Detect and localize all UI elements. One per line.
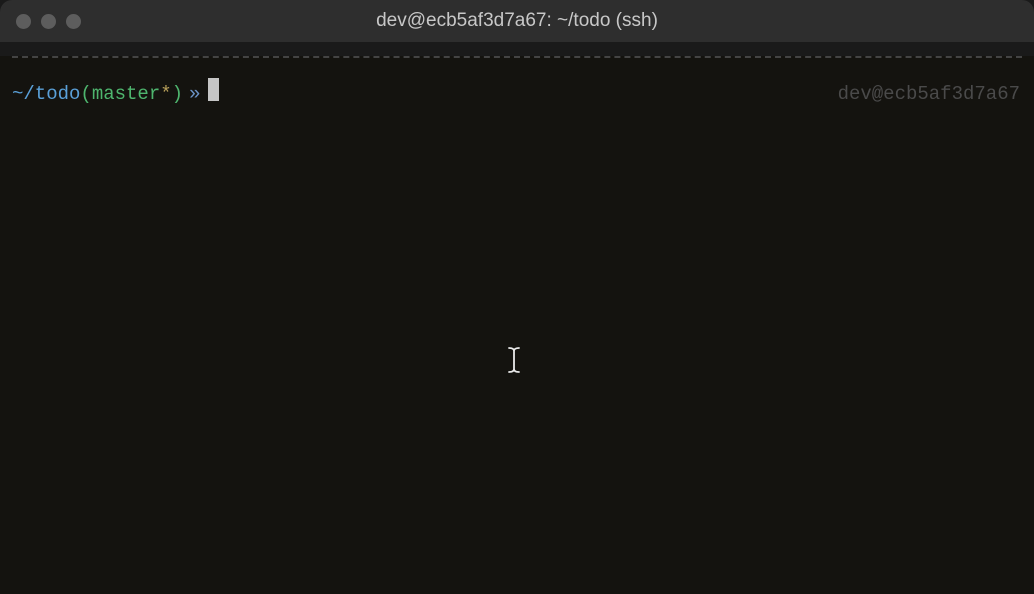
git-dirty-star: * bbox=[160, 81, 171, 108]
text-cursor-icon bbox=[507, 346, 521, 383]
prompt-arrow: » bbox=[189, 81, 200, 108]
prompt-path: ~/todo bbox=[12, 81, 80, 108]
window-titlebar: dev@ecb5af3d7a67: ~/todo (ssh) bbox=[0, 0, 1034, 42]
prompt-row: ~/todo(master*) » dev@ecb5af3d7a67 bbox=[0, 58, 1034, 108]
traffic-lights bbox=[16, 14, 81, 29]
terminal-body[interactable]: ~/todo(master*) » dev@ecb5af3d7a67 bbox=[0, 56, 1034, 594]
prompt-left: ~/todo(master*) » bbox=[12, 76, 219, 108]
paren-close: ) bbox=[172, 81, 183, 108]
minimize-window-button[interactable] bbox=[41, 14, 56, 29]
maximize-window-button[interactable] bbox=[66, 14, 81, 29]
window-title: dev@ecb5af3d7a67: ~/todo (ssh) bbox=[0, 10, 1034, 32]
terminal-cursor bbox=[208, 78, 219, 101]
paren-open: ( bbox=[80, 81, 91, 108]
prompt-user-host: dev@ecb5af3d7a67 bbox=[838, 81, 1020, 108]
git-branch: master bbox=[92, 81, 160, 108]
close-window-button[interactable] bbox=[16, 14, 31, 29]
